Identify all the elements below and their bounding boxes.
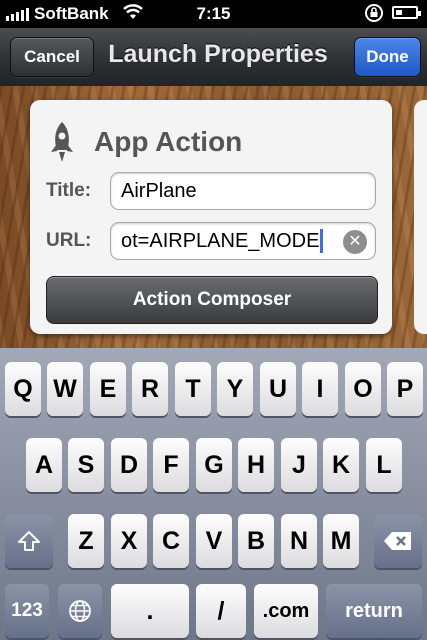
- rotation-lock-icon: [365, 4, 383, 22]
- key-j[interactable]: J: [281, 438, 317, 492]
- key-g[interactable]: G: [196, 438, 232, 492]
- key-d[interactable]: D: [111, 438, 147, 492]
- shift-icon: [18, 531, 40, 551]
- keyboard: Q W E R T Y U I O P A S D F G H J K L Z …: [0, 348, 427, 640]
- key-x[interactable]: X: [111, 514, 147, 568]
- app-action-card: App Action Title: AirPlane URL: ot=AIRPL…: [30, 100, 392, 334]
- url-row: URL: ot=AIRPLANE_MODE ✕: [46, 222, 376, 260]
- rocket-icon: [51, 122, 73, 162]
- key-w[interactable]: W: [47, 362, 83, 416]
- clock: 7:15: [196, 4, 231, 23]
- content-area: App Action Title: AirPlane URL: ot=AIRPL…: [0, 86, 427, 348]
- url-field[interactable]: ot=AIRPLANE_MODE ✕: [110, 222, 376, 260]
- status-bar: SoftBank 7:15: [0, 0, 427, 28]
- globe-key[interactable]: [58, 584, 102, 638]
- key-t[interactable]: T: [175, 362, 211, 416]
- card-heading: App Action: [94, 126, 243, 157]
- key-n[interactable]: N: [281, 514, 317, 568]
- title-field[interactable]: AirPlane: [110, 172, 376, 210]
- key-i[interactable]: I: [302, 362, 338, 416]
- url-value: ot=AIRPLANE_MODE: [121, 229, 320, 252]
- battery-icon: [392, 6, 421, 19]
- period-key[interactable]: .: [111, 584, 189, 638]
- clear-icon[interactable]: ✕: [343, 230, 367, 254]
- key-u[interactable]: U: [260, 362, 296, 416]
- title-label: Title:: [46, 180, 92, 201]
- url-label: URL:: [46, 230, 92, 251]
- key-k[interactable]: K: [323, 438, 359, 492]
- key-m[interactable]: M: [323, 514, 359, 568]
- key-f[interactable]: F: [153, 438, 189, 492]
- key-p[interactable]: P: [387, 362, 423, 416]
- key-a[interactable]: A: [26, 438, 62, 492]
- backspace-icon: [384, 532, 411, 550]
- key-q[interactable]: Q: [5, 362, 41, 416]
- title-row: Title: AirPlane: [46, 172, 376, 210]
- key-s[interactable]: S: [68, 438, 104, 492]
- globe-icon: [69, 600, 91, 622]
- key-b[interactable]: B: [238, 514, 274, 568]
- key-r[interactable]: R: [132, 362, 168, 416]
- page-title: Launch Properties: [108, 40, 328, 68]
- backspace-key[interactable]: [374, 514, 422, 568]
- dotcom-key[interactable]: .com: [254, 584, 318, 638]
- return-key[interactable]: return: [326, 584, 422, 638]
- key-v[interactable]: V: [196, 514, 232, 568]
- key-z[interactable]: Z: [68, 514, 104, 568]
- navigation-bar: Cancel Launch Properties Done: [0, 28, 427, 87]
- key-h[interactable]: H: [238, 438, 274, 492]
- slash-key[interactable]: /: [196, 584, 246, 638]
- text-cursor: [320, 229, 324, 253]
- action-composer-button[interactable]: Action Composer: [46, 276, 378, 324]
- key-o[interactable]: O: [345, 362, 381, 416]
- cancel-button[interactable]: Cancel: [10, 37, 94, 77]
- numbers-key[interactable]: 123: [5, 584, 49, 638]
- key-y[interactable]: Y: [217, 362, 253, 416]
- key-e[interactable]: E: [90, 362, 126, 416]
- title-value: AirPlane: [121, 179, 197, 202]
- key-l[interactable]: L: [366, 438, 402, 492]
- card-header: App Action: [48, 120, 242, 164]
- done-button[interactable]: Done: [354, 37, 421, 77]
- next-card-edge: [414, 100, 427, 334]
- key-c[interactable]: C: [153, 514, 189, 568]
- shift-key[interactable]: [5, 514, 53, 568]
